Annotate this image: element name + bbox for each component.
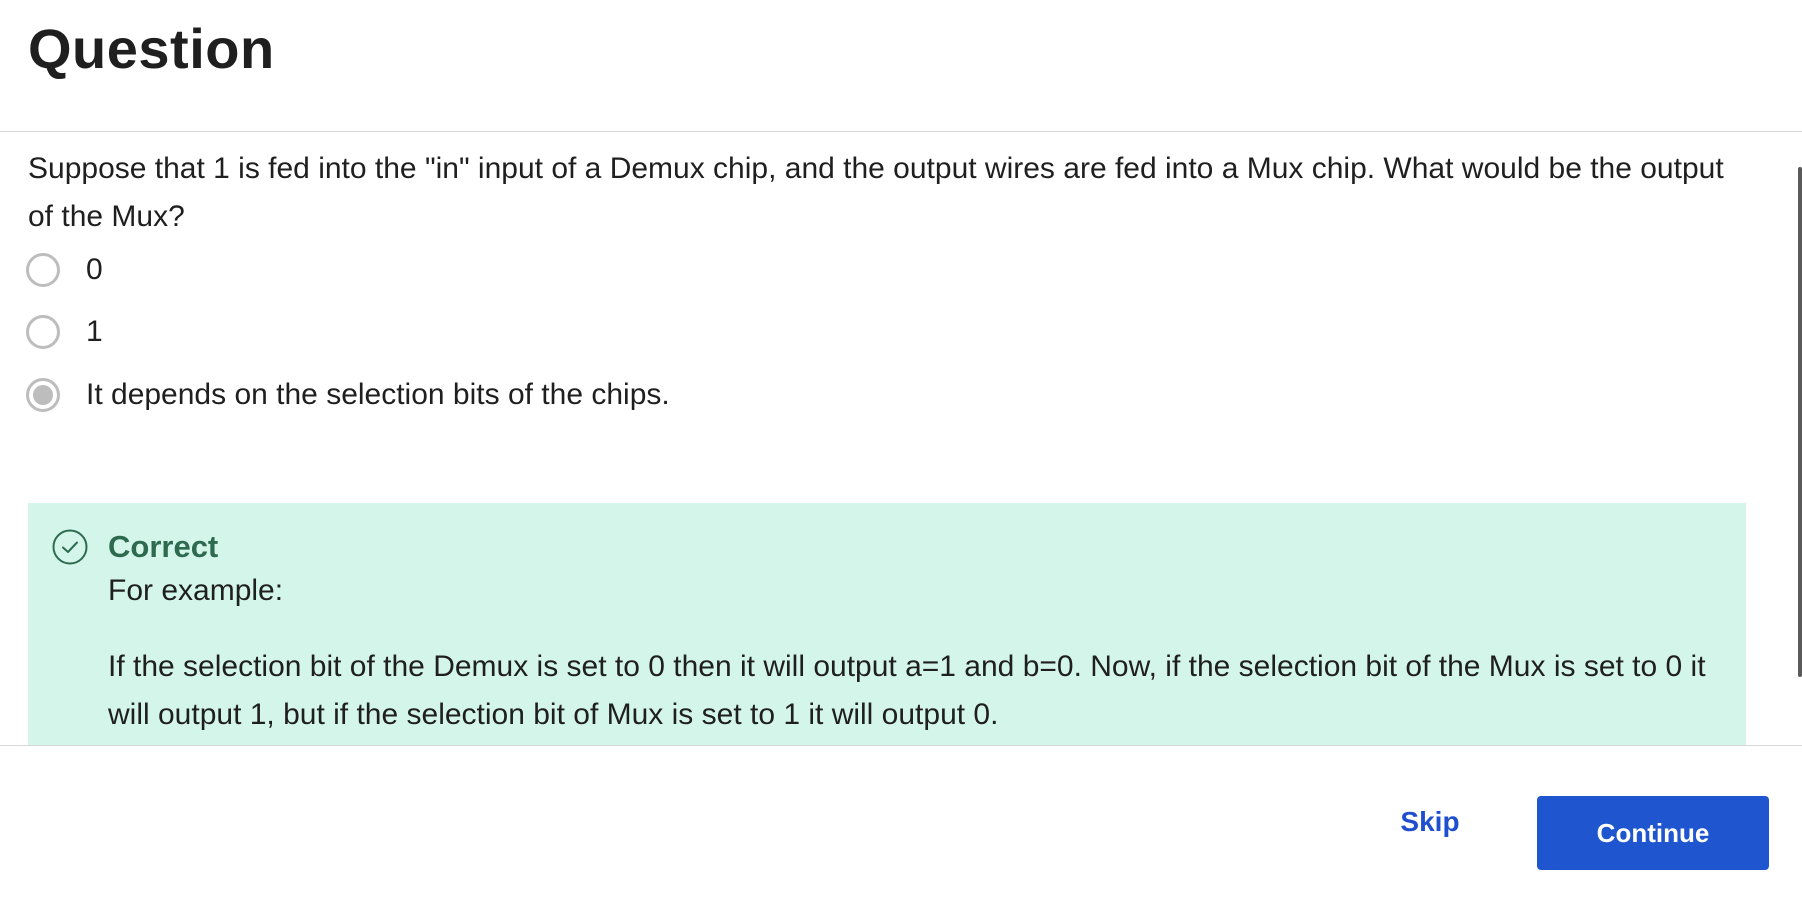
answer-option-2[interactable]: It depends on the selection bits of the … [26, 375, 670, 415]
scrollbar[interactable] [1798, 167, 1802, 677]
feedback-panel: Correct For example: If the selection bi… [28, 503, 1746, 745]
check-circle-icon [52, 529, 88, 565]
question-header: Question [0, 0, 1802, 132]
answer-option-label: 0 [86, 253, 103, 286]
radio-button-selected-icon[interactable] [26, 378, 60, 412]
radio-button-icon[interactable] [26, 253, 60, 287]
continue-button[interactable]: Continue [1537, 796, 1769, 870]
feedback-status: Correct [108, 529, 219, 564]
feedback-explanation: If the selection bit of the Demux is set… [108, 650, 1706, 731]
answer-option-label: 1 [86, 315, 103, 348]
answer-option-0[interactable]: 0 [26, 250, 103, 290]
question-content: Suppose that 1 is fed into the "in" inpu… [0, 133, 1802, 745]
answer-option-label: It depends on the selection bits of the … [86, 378, 670, 411]
feedback-intro: For example: [108, 574, 284, 607]
radio-button-icon[interactable] [26, 315, 60, 349]
page-title: Question [28, 17, 275, 80]
answer-option-1[interactable]: 1 [26, 312, 103, 352]
action-footer: Skip Continue [0, 745, 1802, 910]
skip-button[interactable]: Skip [1382, 796, 1478, 848]
question-prompt: Suppose that 1 is fed into the "in" inpu… [28, 152, 1724, 233]
